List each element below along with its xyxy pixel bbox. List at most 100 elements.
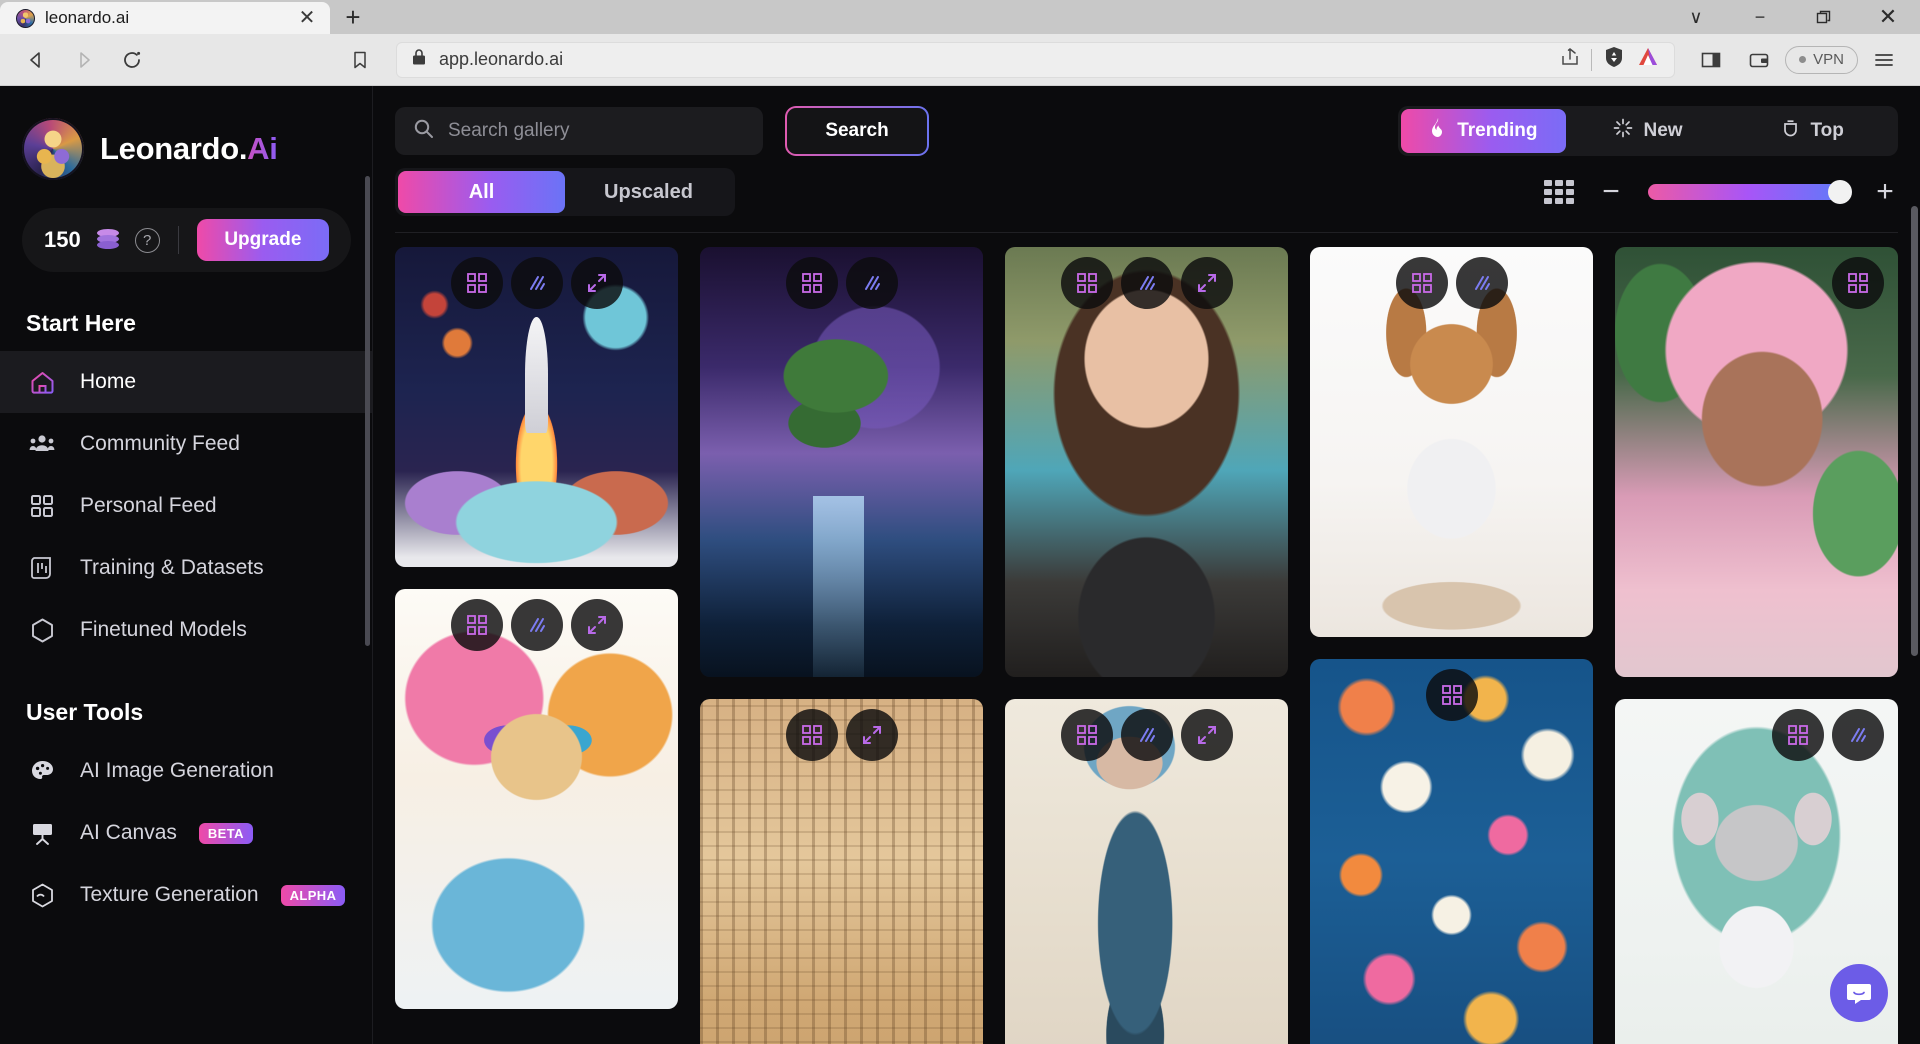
gallery-column	[1005, 247, 1288, 1044]
zoom-slider[interactable]	[1648, 180, 1852, 204]
sidebar-item-ai-canvas[interactable]: AI Canvas BETA	[0, 802, 373, 864]
card-action-bar	[1395, 257, 1508, 309]
gallery-card[interactable]	[1005, 699, 1288, 1044]
remix-icon[interactable]	[1060, 709, 1113, 761]
sidebar-item-finetuned-models[interactable]: Finetuned Models	[0, 599, 373, 661]
remix-icon[interactable]	[785, 709, 838, 761]
tab-title: leonardo.ai	[45, 8, 130, 27]
search-button-label: Search	[787, 108, 927, 154]
sidebar-item-personal-feed[interactable]: Personal Feed	[0, 475, 373, 537]
gallery-card[interactable]	[1615, 247, 1898, 677]
sidebar-item-label: Training & Datasets	[80, 556, 264, 579]
zoom-in-button[interactable]: +	[1872, 177, 1898, 207]
brand-logo-row[interactable]: Leonardo.Ai	[0, 110, 373, 188]
intercom-chat-icon[interactable]	[1830, 964, 1888, 1022]
remix-icon[interactable]	[1425, 669, 1478, 721]
vpn-toggle[interactable]: VPN	[1785, 45, 1858, 74]
bookmark-icon[interactable]	[338, 40, 382, 80]
gallery-column	[700, 247, 983, 1044]
motion-icon[interactable]	[1120, 709, 1173, 761]
sidebar-item-label: AI Image Generation	[80, 759, 274, 782]
home-icon	[26, 366, 58, 398]
trophy-icon	[1781, 118, 1800, 144]
gallery-card[interactable]	[700, 247, 983, 677]
grid-density-icon[interactable]	[1544, 180, 1574, 204]
share-icon[interactable]	[1559, 46, 1581, 73]
search-input[interactable]	[448, 120, 745, 142]
gallery-card[interactable]	[395, 589, 678, 1009]
sidebar-item-texture-generation[interactable]: Texture Generation ALPHA	[0, 864, 373, 926]
remix-icon[interactable]	[1772, 709, 1824, 761]
expand-icon[interactable]	[1180, 257, 1233, 309]
flame-icon	[1429, 118, 1447, 144]
sidebar-item-training-datasets[interactable]: Training & Datasets	[0, 537, 373, 599]
remix-icon[interactable]	[1060, 257, 1113, 309]
sidebar-item-home[interactable]: Home	[0, 351, 373, 413]
restore-icon[interactable]	[1792, 0, 1856, 34]
wallet-icon[interactable]	[1737, 40, 1781, 80]
brand-name: Leonardo.Ai	[100, 131, 278, 166]
sidebar-item-label: AI Canvas	[80, 821, 177, 844]
vpn-label: VPN	[1813, 51, 1844, 68]
remix-icon[interactable]	[450, 599, 503, 651]
remix-icon[interactable]	[1395, 257, 1448, 309]
leonardo-favicon-icon	[16, 8, 35, 28]
gallery-card[interactable]	[1005, 247, 1288, 677]
sidebar-item-community-feed[interactable]: Community Feed	[0, 413, 373, 475]
sidebar-panel-icon[interactable]	[1689, 40, 1733, 80]
remix-icon[interactable]	[1832, 257, 1884, 309]
gallery-card[interactable]	[700, 699, 983, 1044]
minimize-icon[interactable]: −	[1728, 0, 1792, 34]
motion-icon[interactable]	[1455, 257, 1508, 309]
sidebar: Leonardo.Ai 150 ? Upgrade Start Here Hom…	[0, 86, 373, 1044]
reload-icon[interactable]	[110, 40, 154, 80]
sidebar-scrollbar[interactable]	[365, 176, 370, 646]
expand-icon[interactable]	[570, 599, 623, 651]
gallery-image	[395, 589, 678, 1009]
main-content: Search Trending	[373, 86, 1920, 1044]
card-action-bar	[1425, 669, 1478, 721]
upgrade-button[interactable]: Upgrade	[196, 219, 329, 261]
expand-icon[interactable]	[570, 257, 623, 309]
search-button[interactable]: Search	[785, 106, 929, 156]
motion-icon[interactable]	[1120, 257, 1173, 309]
motion-icon[interactable]	[1832, 709, 1884, 761]
motion-icon[interactable]	[510, 257, 563, 309]
remix-icon[interactable]	[450, 257, 503, 309]
new-tab-button[interactable]: +	[330, 0, 376, 34]
chip-training-icon	[26, 552, 58, 584]
back-icon[interactable]	[14, 40, 58, 80]
sort-trending-button[interactable]: Trending	[1401, 109, 1566, 153]
brave-lion-icon[interactable]	[1602, 45, 1626, 74]
coins-icon	[95, 229, 121, 251]
sparkle-icon	[1613, 118, 1633, 144]
url-action-icons	[1559, 45, 1660, 74]
brave-rewards-triangle-icon[interactable]	[1636, 45, 1660, 74]
tab-all[interactable]: All	[398, 171, 565, 213]
toolbar-row-filters: All Upscaled − +	[395, 168, 1898, 216]
sidebar-item-ai-image-generation[interactable]: AI Image Generation	[0, 740, 373, 802]
gallery-card[interactable]	[1310, 247, 1593, 637]
gallery-card[interactable]	[395, 247, 678, 567]
sort-new-button[interactable]: New	[1566, 109, 1731, 153]
tab-list-chevron-down-icon[interactable]: ∨	[1664, 0, 1728, 34]
expand-icon[interactable]	[1180, 709, 1233, 761]
gallery-card[interactable]	[1310, 659, 1593, 1044]
address-bar[interactable]: app.leonardo.ai	[396, 41, 1676, 78]
motion-icon[interactable]	[845, 257, 898, 309]
question-mark-icon[interactable]: ?	[134, 227, 160, 253]
page-scrollbar[interactable]	[1911, 206, 1918, 656]
zoom-out-button[interactable]: −	[1598, 177, 1624, 207]
browser-toolbar: app.leonardo.ai VPN	[0, 34, 1920, 86]
zoom-slider-knob[interactable]	[1828, 180, 1852, 204]
remix-icon[interactable]	[785, 257, 838, 309]
expand-icon[interactable]	[845, 709, 898, 761]
hamburger-menu-icon[interactable]	[1862, 40, 1906, 80]
window-close-icon[interactable]: ✕	[1856, 0, 1920, 34]
sort-top-button[interactable]: Top	[1730, 109, 1895, 153]
tab-upscaled[interactable]: Upscaled	[565, 171, 732, 213]
browser-tab[interactable]: leonardo.ai ✕	[0, 2, 330, 34]
motion-icon[interactable]	[510, 599, 563, 651]
search-box[interactable]	[395, 107, 763, 155]
close-icon[interactable]: ✕	[294, 5, 320, 31]
